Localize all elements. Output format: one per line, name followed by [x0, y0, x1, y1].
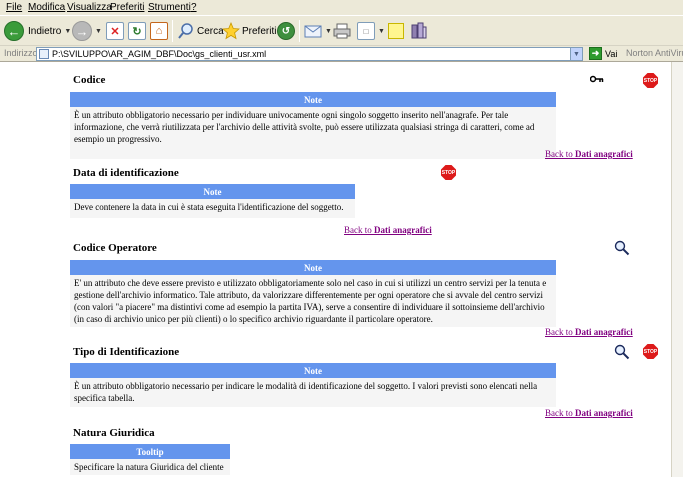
- note-table: Note E' un attributo che deve essere pre…: [70, 260, 556, 327]
- menu-bar: File Modifica Visualizza Preferiti Strum…: [0, 0, 683, 15]
- messenger-button[interactable]: [410, 20, 428, 42]
- table-cell: È un attributo obbligatorio necessario p…: [70, 107, 556, 159]
- section-title-natura-giuridica: Natura Giuridica: [73, 427, 155, 439]
- tooltip-table: Tooltip Specificare la natura Giuridica …: [70, 444, 230, 475]
- menu-file[interactable]: File: [6, 2, 22, 13]
- chevron-down-icon[interactable]: ▼: [325, 28, 332, 35]
- forward-arrow-icon: →: [72, 21, 92, 41]
- refresh-icon: ↻: [128, 22, 146, 40]
- section-title-codice: Codice: [73, 74, 106, 86]
- search-button[interactable]: Cerca: [177, 20, 224, 42]
- edit-page-icon: □: [357, 22, 375, 40]
- back-arrow-icon: ←: [4, 21, 24, 41]
- chevron-down-icon[interactable]: ▼: [95, 28, 102, 35]
- print-button[interactable]: [333, 20, 351, 42]
- menu-preferiti[interactable]: Preferiti: [110, 2, 144, 13]
- table-cell: Specificare la natura Giuridica del clie…: [70, 459, 230, 475]
- refresh-button[interactable]: ↻: [128, 20, 146, 42]
- page-icon: [39, 49, 49, 59]
- note-table: Note È un attributo obbligatorio necessa…: [70, 92, 556, 159]
- mail-icon: [304, 25, 322, 38]
- key-icon: [590, 75, 604, 83]
- back-to-link[interactable]: Back to Dati anagrafici: [344, 225, 432, 235]
- chevron-down-icon[interactable]: ▼: [570, 48, 582, 60]
- table-header: Note: [70, 184, 355, 199]
- history-icon: ↺: [277, 22, 295, 40]
- table-header: Note: [70, 260, 556, 275]
- chevron-down-icon[interactable]: ▼: [378, 28, 385, 35]
- chevron-down-icon[interactable]: ▼: [64, 28, 71, 35]
- printer-icon: [333, 23, 351, 39]
- back-button[interactable]: ← Indietro ▼: [4, 20, 71, 42]
- table-header: Note: [70, 363, 556, 378]
- edit-button[interactable]: □ ▼: [357, 20, 385, 42]
- stop-icon: STOP: [441, 165, 456, 180]
- stop-x-icon: ✕: [106, 22, 124, 40]
- menu-modifica[interactable]: Modifica: [28, 2, 65, 13]
- stop-icon: STOP: [643, 344, 658, 359]
- discuss-button[interactable]: [388, 20, 404, 42]
- home-button[interactable]: ⌂: [150, 20, 168, 42]
- back-to-link[interactable]: Back to Dati anagrafici: [545, 408, 633, 418]
- home-icon: ⌂: [150, 22, 168, 40]
- favorites-label: Preferiti: [242, 25, 277, 37]
- menu-strumenti[interactable]: Strumenti: [148, 2, 191, 13]
- note-table: Note Deve contenere la data in cui è sta…: [70, 184, 355, 218]
- menu-visualizza[interactable]: Visualizza: [67, 2, 112, 13]
- address-value: P:\SVILUPPO\AR_AGIM_DBF\Doc\gs_clienti_u…: [52, 49, 267, 59]
- back-to-link[interactable]: Back to Dati anagrafici: [545, 149, 633, 159]
- magnifier-icon: [614, 240, 630, 256]
- note-table: Note È un attributo obbligatorio necessa…: [70, 363, 556, 407]
- section-title-data-identificazione: Data di identificazione: [73, 167, 179, 179]
- back-label: Indietro: [28, 25, 62, 37]
- table-header: Tooltip: [70, 444, 230, 459]
- menu-help[interactable]: ?: [191, 2, 197, 13]
- table-cell: È un attributo obbligatorio necessario p…: [70, 378, 556, 407]
- address-label: Indirizzo: [4, 48, 38, 58]
- toolbar-separator: [299, 20, 300, 42]
- go-label: Vai: [605, 48, 618, 59]
- vertical-scrollbar[interactable]: [671, 62, 683, 477]
- toolbar-separator: [172, 20, 173, 42]
- search-icon: [178, 23, 193, 39]
- magnifier-icon: [614, 344, 630, 360]
- table-header: Note: [70, 92, 556, 107]
- norton-antivirus-label[interactable]: Norton AntiVirus: [626, 48, 683, 58]
- forward-button[interactable]: → ▼: [72, 20, 102, 42]
- stop-button[interactable]: ✕: [106, 20, 124, 42]
- go-arrow-icon: ➜: [589, 47, 602, 60]
- stop-icon: STOP: [643, 73, 658, 88]
- toolbar: ← Indietro ▼ → ▼ ✕ ↻ ⌂ Cerca Preferiti ↺: [0, 15, 683, 45]
- address-bar: Indirizzo P:\SVILUPPO\AR_AGIM_DBF\Doc\gs…: [0, 45, 683, 62]
- address-input[interactable]: P:\SVILUPPO\AR_AGIM_DBF\Doc\gs_clienti_u…: [36, 47, 583, 61]
- research-icon: [411, 22, 427, 39]
- page-content: Codice STOP Note È un attributo obbligat…: [0, 62, 671, 477]
- mail-button[interactable]: ▼: [304, 20, 332, 42]
- back-to-link[interactable]: Back to Dati anagrafici: [545, 327, 633, 337]
- history-button[interactable]: ↺: [277, 20, 295, 42]
- table-cell: Deve contenere la data in cui è stata es…: [70, 199, 355, 218]
- table-cell: E' un attributo che deve essere previsto…: [70, 275, 556, 327]
- go-button[interactable]: ➜ Vai: [589, 47, 617, 60]
- section-title-codice-operatore: Codice Operatore: [73, 242, 157, 254]
- note-icon: [388, 23, 404, 39]
- search-label: Cerca: [197, 25, 224, 37]
- favorites-button[interactable]: Preferiti: [222, 20, 276, 42]
- section-title-tipo-identificazione: Tipo di Identificazione: [73, 346, 180, 358]
- star-icon: [222, 22, 240, 40]
